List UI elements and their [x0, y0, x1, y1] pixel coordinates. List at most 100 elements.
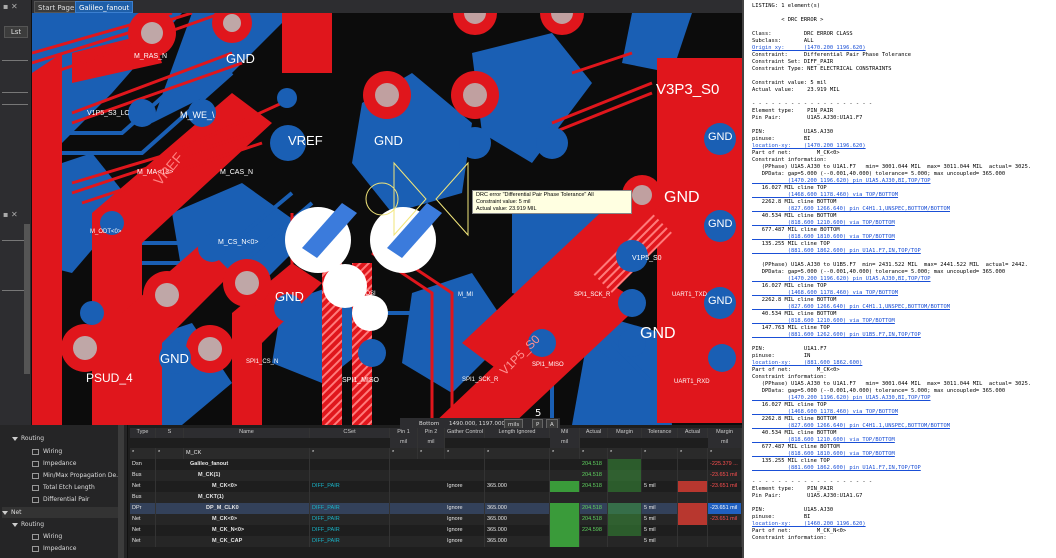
report-line: (818.600 1210.600) via TOP/BOTTOM	[752, 220, 895, 226]
row-actual	[678, 514, 708, 525]
net-label: V1P5_S3_LC	[87, 110, 130, 117]
expand-icon[interactable]	[2, 510, 8, 515]
gnd-label: GND	[640, 325, 676, 342]
report-line: Subclass: ALL	[752, 38, 814, 44]
column-header[interactable]: Name	[184, 428, 310, 438]
row-margin2: -23.651 mil	[708, 481, 742, 492]
report-line: (818.600 1810.600) via TOP/BOTTOM	[752, 451, 895, 457]
list-button[interactable]: Lst	[4, 26, 28, 38]
filter-cell[interactable]: *	[678, 448, 708, 459]
column-header[interactable]: Pin 2	[418, 428, 445, 438]
filter-cell[interactable]: *	[708, 448, 742, 459]
column-header[interactable]: Actual	[678, 428, 708, 438]
tree-item-total-etch[interactable]: Total Etch Length	[32, 482, 95, 493]
report-line: (1470.200 1196.620) pin U1A5.AJ30,BI,TOP…	[752, 276, 931, 282]
filter-cell[interactable]: M_CK	[184, 448, 310, 459]
report-line: pinuse: BI	[752, 136, 811, 142]
tree-label: Total Etch Length	[43, 484, 95, 491]
filter-cell[interactable]: *	[156, 448, 184, 459]
worksheet-icon	[32, 496, 39, 503]
net-label: SPI1_MOSI	[344, 291, 376, 297]
report-line: PIN: U1A5.AJ30	[752, 507, 834, 513]
worksheet-icon	[32, 448, 39, 455]
column-header[interactable]: Pin 1	[390, 428, 418, 438]
filter-cell[interactable]: *	[390, 448, 418, 459]
report-line: (818.600 1810.600) via TOP/BOTTOM	[752, 234, 895, 240]
tree-item-routing[interactable]: Routing	[12, 433, 44, 444]
filter-cell[interactable]: *	[485, 448, 550, 459]
tree-item-wiring[interactable]: Wiring	[32, 446, 62, 457]
row-margin2: -225.379 ...	[708, 459, 742, 470]
row-margin: 204.518	[580, 470, 608, 481]
worksheet-icon	[32, 460, 39, 467]
pin-icon[interactable]: ▪ ✕	[3, 2, 18, 11]
column-header[interactable]: Actual	[580, 428, 608, 438]
report-line: PIN: U1A5.AJ30	[752, 129, 834, 135]
tree-item-routing[interactable]: Routing	[12, 519, 44, 530]
tree-item-impedance[interactable]: Impedance	[32, 543, 76, 554]
report-line: Part of net: M_CK_N<0>	[752, 528, 847, 534]
tree-item-impedance[interactable]: Impedance	[32, 458, 76, 469]
gnd-label: GND	[708, 295, 733, 307]
expand-icon[interactable]	[12, 436, 18, 441]
tree-item-net[interactable]: Net	[2, 507, 120, 518]
tree-item-wiring[interactable]: Wiring	[32, 531, 62, 542]
report-line: (827.600 1266.640) pin C4H1.1,UNSPEC,BOT…	[752, 206, 950, 212]
row-cset: DIFF_PAIR	[310, 525, 390, 536]
row-name: M_CK(1)	[184, 470, 310, 481]
column-header[interactable]: S	[156, 428, 184, 438]
tree-scrollbar[interactable]	[118, 425, 124, 558]
row-length	[485, 492, 550, 503]
tree-item-diff-pair[interactable]: Differential Pair	[32, 494, 89, 505]
column-header[interactable]: Tolerance	[642, 428, 678, 438]
row-margin: 204.518	[580, 514, 608, 525]
panel-pin-icon[interactable]: ▪ ✕	[3, 210, 18, 219]
row-cset	[310, 492, 390, 503]
drc-tooltip: DRC error "Differential Pair Phase Toler…	[472, 190, 632, 214]
gnd-label: GND	[226, 51, 255, 66]
row-margin: 204.518	[580, 459, 608, 470]
net-label: M_CS_N<0>	[218, 239, 259, 246]
filter-cell[interactable]: *	[608, 448, 642, 459]
report-line: (1468.600 1178.460) via TOP/BOTTOM	[752, 409, 899, 415]
report-line: pinuse: IN	[752, 353, 811, 359]
row-cset: DIFF_PAIR	[310, 536, 390, 547]
report-line: (PPhase) U1A5.AJ30 to U1B5.F7 min= 2431.…	[752, 262, 1028, 268]
column-header[interactable]: Margin	[608, 428, 642, 438]
tree-label: Impedance	[43, 545, 77, 552]
column-header[interactable]: CSet	[310, 428, 390, 438]
report-line: (1468.600 1178.460) via TOP/BOTTOM	[752, 192, 899, 198]
row-tolerance: 5 mil	[642, 514, 678, 525]
column-header[interactable]: Margin	[708, 428, 742, 438]
filter-cell[interactable]: *	[445, 448, 485, 459]
pass-indicator	[608, 481, 642, 492]
row-tolerance	[642, 470, 678, 481]
column-header[interactable]: Mil	[550, 428, 580, 438]
pass-indicator	[608, 525, 642, 536]
row-gather	[445, 492, 485, 503]
gnd-label: GND	[275, 289, 304, 304]
filter-cell[interactable]: *	[130, 448, 156, 459]
row-tolerance: 5 mil	[642, 503, 678, 514]
scrollbar[interactable]	[24, 224, 30, 374]
column-header[interactable]: Length Ignored	[485, 428, 550, 438]
net-label: SPI1_SCK_R	[574, 292, 611, 298]
row-margin2: -23.651 mil	[708, 470, 742, 481]
tab-galileo-fanout[interactable]: Galileo_fanout	[75, 1, 134, 13]
expand-icon[interactable]	[12, 522, 18, 527]
pcb-canvas[interactable]: GND GND VREF GND GND GND GND GND GND GND…	[32, 13, 742, 425]
filter-cell[interactable]: *	[310, 448, 390, 459]
report-line: 2262.8 MIL cline BOTTOM	[752, 416, 837, 422]
column-header[interactable]: Type	[130, 428, 156, 438]
filter-cell[interactable]: *	[550, 448, 580, 459]
column-header[interactable]: Gather Control	[445, 428, 485, 438]
filter-cell[interactable]: *	[418, 448, 445, 459]
filter-cell[interactable]: *	[580, 448, 608, 459]
tab-start-page[interactable]: Start Page	[34, 1, 79, 13]
report-line: DPData: gap=5.000 (--0.001,40.000) toler…	[752, 171, 1006, 177]
report-line: Pin Pair: U1A5.AJ30:U1A1.F7	[752, 115, 863, 121]
tree-item-propagation[interactable]: Min/Max Propagation De...	[32, 470, 122, 481]
report-line: 2262.8 MIL cline BOTTOM	[752, 297, 837, 303]
report-line: Element type: PIN_PAIR	[752, 486, 834, 492]
filter-cell[interactable]: *	[642, 448, 678, 459]
